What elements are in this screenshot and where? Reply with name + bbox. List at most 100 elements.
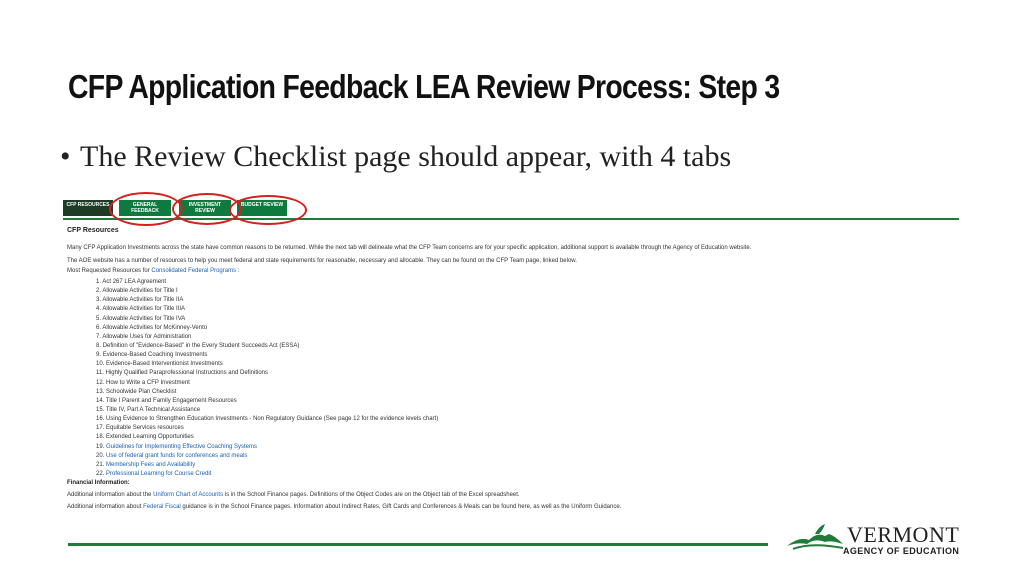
item-number: 5. bbox=[96, 315, 102, 322]
item-text: Guidelines for Implementing Effective Co… bbox=[106, 443, 257, 450]
financial-line-2: Additional information about Federal Fis… bbox=[67, 504, 621, 510]
federal-fiscal-link[interactable]: Federal Fiscal bbox=[143, 504, 181, 510]
item-number: 3. bbox=[96, 297, 102, 304]
resource-list-item[interactable]: 9. Evidence-Based Coaching Investments bbox=[96, 351, 438, 360]
resource-list-item[interactable]: 10. Evidence-Based Interventionist Inves… bbox=[96, 360, 438, 369]
resource-list-item[interactable]: 15. Title IV, Part A Technical Assistanc… bbox=[96, 406, 438, 415]
vermont-aoe-logo: VERMONT AGENCY OF EDUCATION bbox=[785, 522, 965, 558]
item-text: Professional Learning for Course Credit bbox=[106, 470, 212, 477]
mountain-leaf-icon bbox=[787, 524, 844, 550]
resource-list-item[interactable]: 20. Use of federal grant funds for confe… bbox=[96, 452, 438, 461]
item-text: How to Write a CFP Investment bbox=[106, 379, 190, 386]
resource-list-item[interactable]: 5. Allowable Activities for Title IVA bbox=[96, 315, 438, 324]
fin2-prefix: Additional information about bbox=[67, 504, 144, 510]
item-number: 10. bbox=[96, 361, 105, 368]
resource-list-item[interactable]: 19. Guidelines for Implementing Effectiv… bbox=[96, 443, 438, 452]
intro-paragraph-2: The AOE website has a number of resource… bbox=[67, 258, 577, 264]
fin2-suffix: guidance is in the School Finance pages.… bbox=[180, 504, 622, 510]
item-text: Allowable Activities for Title IIIA bbox=[102, 306, 186, 313]
tab-bar: CFP RESOURCES GENERAL FEEDBACK INVESTMEN… bbox=[63, 198, 959, 220]
item-text: Allowable Activities for Title IIA bbox=[102, 297, 184, 304]
item-text: Allowable Activities for Title I bbox=[102, 288, 178, 295]
slide-title: CFP Application Feedback LEA Review Proc… bbox=[68, 68, 780, 105]
resource-list-item[interactable]: 13. Schoolwide Plan Checklist bbox=[96, 388, 438, 397]
item-number: 19. bbox=[96, 443, 105, 450]
item-text: Equitable Services resources bbox=[106, 425, 184, 432]
item-number: 21. bbox=[96, 461, 105, 468]
fin1-suffix: is in the School Finance pages. Definiti… bbox=[223, 492, 520, 498]
consolidated-federal-programs-link[interactable]: Consolidated Federal Programs bbox=[151, 268, 236, 274]
logo-wordmark: VERMONT bbox=[847, 522, 960, 547]
resource-list-item[interactable]: 16. Using Evidence to Strengthen Educati… bbox=[96, 415, 438, 424]
tab-label: INVESTMENT REVIEW bbox=[188, 202, 222, 214]
tab-label: BUDGET REVIEW bbox=[240, 202, 284, 208]
resource-list-item[interactable]: 8. Definition of "Evidence-Based" in the… bbox=[96, 342, 438, 351]
item-number: 16. bbox=[96, 416, 105, 423]
item-number: 17. bbox=[96, 425, 105, 432]
bullet-text: The Review Checklist page should appear,… bbox=[80, 140, 732, 173]
resources-header: CFP Resources bbox=[67, 227, 119, 234]
item-number: 2. bbox=[96, 288, 102, 295]
resource-list-item[interactable]: 1. Act 267 LEA Agreement bbox=[96, 278, 438, 287]
resource-list-item[interactable]: 2. Allowable Activities for Title I bbox=[96, 287, 438, 296]
item-text: Membership Fees and Availability bbox=[106, 461, 196, 468]
logo-subtitle: AGENCY OF EDUCATION bbox=[843, 546, 960, 556]
bullet-dot: • bbox=[60, 140, 71, 173]
item-number: 18. bbox=[96, 434, 105, 441]
most-requested-suffix: : bbox=[236, 268, 240, 274]
item-text: Allowable Activities for McKinney-Vento bbox=[102, 324, 208, 331]
item-text: Evidence-Based Coaching Investments bbox=[102, 352, 208, 359]
intro-paragraph-1: Many CFP Application Investments across … bbox=[67, 245, 752, 251]
resource-list-item[interactable]: 14. Title I Parent and Family Engagement… bbox=[96, 397, 438, 406]
tab-general-feedback[interactable]: GENERAL FEEDBACK bbox=[119, 200, 171, 216]
tab-cfp-resources[interactable]: CFP RESOURCES bbox=[63, 200, 113, 216]
item-text: Allowable Uses for Administration bbox=[102, 333, 192, 340]
item-text: Using Evidence to Strengthen Education I… bbox=[106, 416, 439, 423]
tab-label: GENERAL FEEDBACK bbox=[131, 202, 159, 214]
resource-list: 1. Act 267 LEA Agreement 2. Allowable Act… bbox=[96, 278, 438, 479]
item-number: 9. bbox=[96, 352, 102, 359]
resource-list-item[interactable]: 3. Allowable Activities for Title IIA bbox=[96, 296, 438, 305]
item-text: Extended Learning Opportunities bbox=[106, 434, 194, 441]
financial-info-header: Financial Information: bbox=[67, 480, 130, 486]
resource-list-item[interactable]: 7. Allowable Uses for Administration bbox=[96, 333, 438, 342]
item-number: 7. bbox=[96, 333, 102, 340]
item-number: 13. bbox=[96, 388, 105, 395]
item-number: 4. bbox=[96, 306, 102, 313]
resource-list-item[interactable]: 11. Highly Qualified Paraprofessional In… bbox=[96, 369, 438, 378]
item-text: Allowable Activities for Title IVA bbox=[102, 315, 186, 322]
fin1-prefix: Additional information about the bbox=[67, 492, 154, 498]
bullet-point: • The Review Checklist page should appear… bbox=[60, 140, 731, 174]
item-text: Title IV, Part A Technical Assistance bbox=[105, 406, 201, 413]
tab-label: CFP RESOURCES bbox=[66, 202, 110, 208]
resource-list-item[interactable]: 6. Allowable Activities for McKinney-Ven… bbox=[96, 324, 438, 333]
resource-list-item[interactable]: 22. Professional Learning for Course Cre… bbox=[96, 470, 438, 479]
resource-list-item[interactable]: 12. How to Write a CFP Investment bbox=[96, 379, 438, 388]
item-text: Title I Parent and Family Engagement Res… bbox=[105, 397, 237, 404]
item-text: Highly Qualified Paraprofessional Instru… bbox=[105, 370, 268, 377]
uniform-chart-of-accounts-link[interactable]: Uniform Chart of Accounts bbox=[153, 492, 223, 498]
item-number: 12. bbox=[96, 379, 105, 386]
item-number: 22. bbox=[96, 470, 105, 477]
resource-list-item[interactable]: 21. Membership Fees and Availability bbox=[96, 461, 438, 470]
most-requested-line: Most Requested Resources for Consolidate… bbox=[67, 268, 239, 274]
item-number: 15. bbox=[96, 406, 105, 413]
item-text: Definition of "Evidence-Based" in the Ev… bbox=[102, 342, 300, 349]
item-number: 1. bbox=[96, 279, 102, 285]
tab-budget-review[interactable]: BUDGET REVIEW bbox=[237, 200, 287, 216]
resource-list-item[interactable]: 18. Extended Learning Opportunities bbox=[96, 433, 438, 442]
resource-list-item[interactable]: 17. Equitable Services resources bbox=[96, 424, 438, 433]
item-number: 8. bbox=[96, 342, 102, 349]
item-number: 6. bbox=[96, 324, 102, 331]
item-number: 14. bbox=[96, 397, 105, 404]
item-text: Use of federal grant funds for conferenc… bbox=[106, 452, 248, 459]
resource-list-item[interactable]: 4. Allowable Activities for Title IIIA bbox=[96, 305, 438, 314]
item-number: 11. bbox=[96, 370, 104, 377]
tab-investment-review[interactable]: INVESTMENT REVIEW bbox=[179, 200, 231, 216]
review-checklist-screenshot: CFP RESOURCES GENERAL FEEDBACK INVESTMEN… bbox=[63, 192, 959, 518]
most-requested-prefix: Most Requested Resources for bbox=[67, 268, 152, 274]
financial-line-1: Additional information about the Uniform… bbox=[67, 492, 520, 498]
item-text: Schoolwide Plan Checklist bbox=[106, 388, 177, 395]
footer-rule bbox=[68, 543, 768, 546]
item-text: Evidence-Based Interventionist Investmen… bbox=[106, 361, 223, 368]
